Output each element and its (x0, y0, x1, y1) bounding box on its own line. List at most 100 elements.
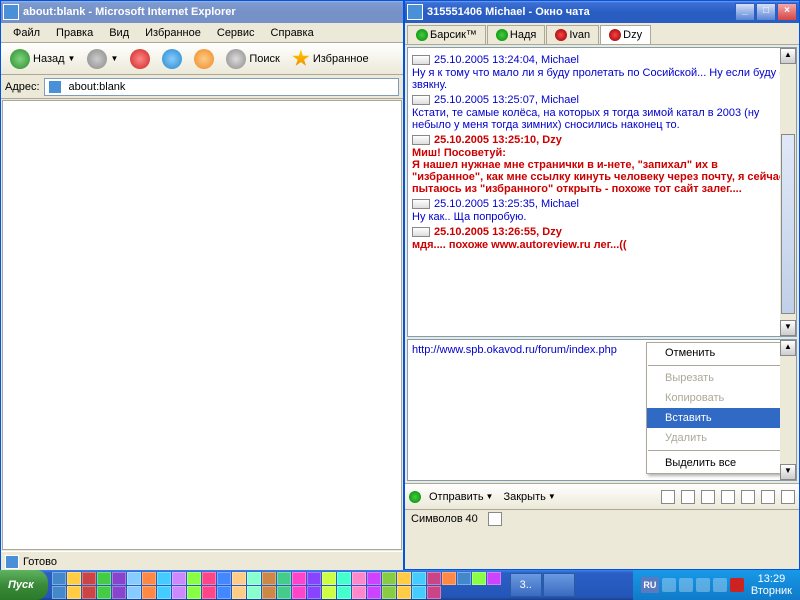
ati-icon[interactable] (730, 578, 744, 592)
task-button[interactable] (543, 573, 575, 597)
close-button[interactable]: × (777, 3, 797, 21)
quicklaunch-icon[interactable] (127, 572, 141, 585)
address-input[interactable]: about:blank (44, 78, 399, 96)
tray-icon[interactable] (696, 578, 710, 592)
ctx-delete[interactable]: Удалить (647, 428, 785, 448)
quicklaunch-icon[interactable] (262, 586, 276, 599)
quicklaunch-icon[interactable] (292, 572, 306, 585)
quicklaunch-icon[interactable] (202, 586, 216, 599)
quicklaunch-icon[interactable] (202, 572, 216, 585)
quicklaunch-icon[interactable] (412, 586, 426, 599)
quicklaunch-icon[interactable] (487, 572, 501, 585)
quicklaunch-icon[interactable] (427, 572, 441, 585)
quicklaunch-icon[interactable] (187, 572, 201, 585)
arrow-down-icon[interactable] (741, 490, 755, 504)
quicklaunch-icon[interactable] (67, 586, 81, 599)
tab-nadya[interactable]: Надя (487, 25, 545, 44)
quicklaunch-icon[interactable] (82, 586, 96, 599)
tab-ivan[interactable]: Ivan (546, 25, 599, 44)
task-button[interactable]: 3.. (510, 573, 542, 597)
favorites-button[interactable]: Избранное (287, 47, 374, 71)
quicklaunch-icon[interactable] (337, 586, 351, 599)
tool-icon[interactable] (661, 490, 675, 504)
send-button[interactable]: Отправить▼ (427, 489, 495, 505)
quicklaunch-icon[interactable] (217, 572, 231, 585)
start-button[interactable]: Пуск (0, 570, 48, 600)
search-button[interactable]: Поиск (221, 46, 284, 72)
scrollbar[interactable]: ▲ ▼ (780, 48, 796, 336)
quicklaunch-icon[interactable] (412, 572, 426, 585)
quicklaunch-icon[interactable] (232, 572, 246, 585)
quicklaunch-icon[interactable] (367, 572, 381, 585)
quicklaunch-icon[interactable] (352, 572, 366, 585)
font-icon[interactable] (681, 490, 695, 504)
quicklaunch-icon[interactable] (322, 586, 336, 599)
minimize-button[interactable]: _ (735, 3, 755, 21)
chat-input[interactable]: http://www.spb.okavod.ru/forum/index.php… (407, 339, 797, 481)
scroll-thumb[interactable] (781, 134, 795, 314)
quicklaunch-icon[interactable] (277, 572, 291, 585)
chat-titlebar[interactable]: 315551406 Michael - Окно чата _ □ × (405, 1, 799, 23)
quicklaunch-icon[interactable] (397, 586, 411, 599)
ctx-paste[interactable]: Вставить (647, 408, 785, 428)
quicklaunch-icon[interactable] (442, 572, 456, 585)
quicklaunch-icon[interactable] (112, 572, 126, 585)
quicklaunch-icon[interactable] (157, 572, 171, 585)
quicklaunch-icon[interactable] (82, 572, 96, 585)
quicklaunch-icon[interactable] (472, 572, 486, 585)
quicklaunch-icon[interactable] (262, 572, 276, 585)
scroll-down-icon[interactable]: ▼ (780, 464, 796, 480)
quicklaunch-icon[interactable] (307, 586, 321, 599)
quicklaunch-icon[interactable] (97, 586, 111, 599)
quicklaunch-icon[interactable] (247, 572, 261, 585)
home-button[interactable] (189, 46, 219, 72)
quicklaunch-icon[interactable] (382, 586, 396, 599)
scroll-down-icon[interactable]: ▼ (780, 320, 796, 336)
ie-titlebar[interactable]: about:blank - Microsoft Internet Explore… (1, 1, 403, 23)
close-chat-button[interactable]: Закрыть▼ (501, 489, 557, 505)
ctx-copy[interactable]: Копировать (647, 388, 785, 408)
chat-history[interactable]: 25.10.2005 13:24:04, MichaelНу я к тому … (407, 47, 797, 337)
ctx-undo[interactable]: Отменить (647, 343, 785, 363)
quicklaunch-icon[interactable] (142, 586, 156, 599)
quicklaunch-icon[interactable] (172, 586, 186, 599)
stop-button[interactable] (125, 46, 155, 72)
quicklaunch-icon[interactable] (247, 586, 261, 599)
quicklaunch-icon[interactable] (352, 586, 366, 599)
quicklaunch-icon[interactable] (127, 586, 141, 599)
quicklaunch-icon[interactable] (142, 572, 156, 585)
quicklaunch-icon[interactable] (52, 572, 66, 585)
sound-icon[interactable] (781, 490, 795, 504)
flower-icon[interactable] (409, 491, 421, 503)
back-button[interactable]: Назад▼ (5, 46, 80, 72)
quicklaunch-icon[interactable] (112, 586, 126, 599)
forward-button[interactable]: ▼ (82, 46, 123, 72)
tray-icon[interactable] (662, 578, 676, 592)
quicklaunch-icon[interactable] (382, 572, 396, 585)
history-icon[interactable] (761, 490, 775, 504)
maximize-button[interactable]: □ (756, 3, 776, 21)
quicklaunch-icon[interactable] (337, 572, 351, 585)
quicklaunch-icon[interactable] (157, 586, 171, 599)
tab-barsik[interactable]: Барсик™ (407, 25, 486, 44)
quicklaunch-icon[interactable] (307, 572, 321, 585)
quicklaunch-icon[interactable] (457, 572, 471, 585)
clock[interactable]: 13:29 Вторник (751, 573, 792, 597)
wrench-icon[interactable] (721, 490, 735, 504)
scroll-up-icon[interactable]: ▲ (780, 340, 796, 356)
quicklaunch-icon[interactable] (187, 586, 201, 599)
quicklaunch-icon[interactable] (292, 586, 306, 599)
quicklaunch-icon[interactable] (427, 586, 441, 599)
menu-tools[interactable]: Сервис (209, 25, 263, 41)
language-indicator[interactable]: RU (641, 577, 659, 593)
quicklaunch-icon[interactable] (217, 586, 231, 599)
menu-view[interactable]: Вид (101, 25, 137, 41)
quicklaunch-icon[interactable] (97, 572, 111, 585)
refresh-button[interactable] (157, 46, 187, 72)
tray-icon[interactable] (713, 578, 727, 592)
tab-dzy[interactable]: Dzy (600, 25, 651, 44)
menu-edit[interactable]: Правка (48, 25, 101, 41)
scrollbar[interactable]: ▲ ▼ (780, 340, 796, 480)
menu-file[interactable]: Файл (5, 25, 48, 41)
ctx-cut[interactable]: Вырезать (647, 368, 785, 388)
